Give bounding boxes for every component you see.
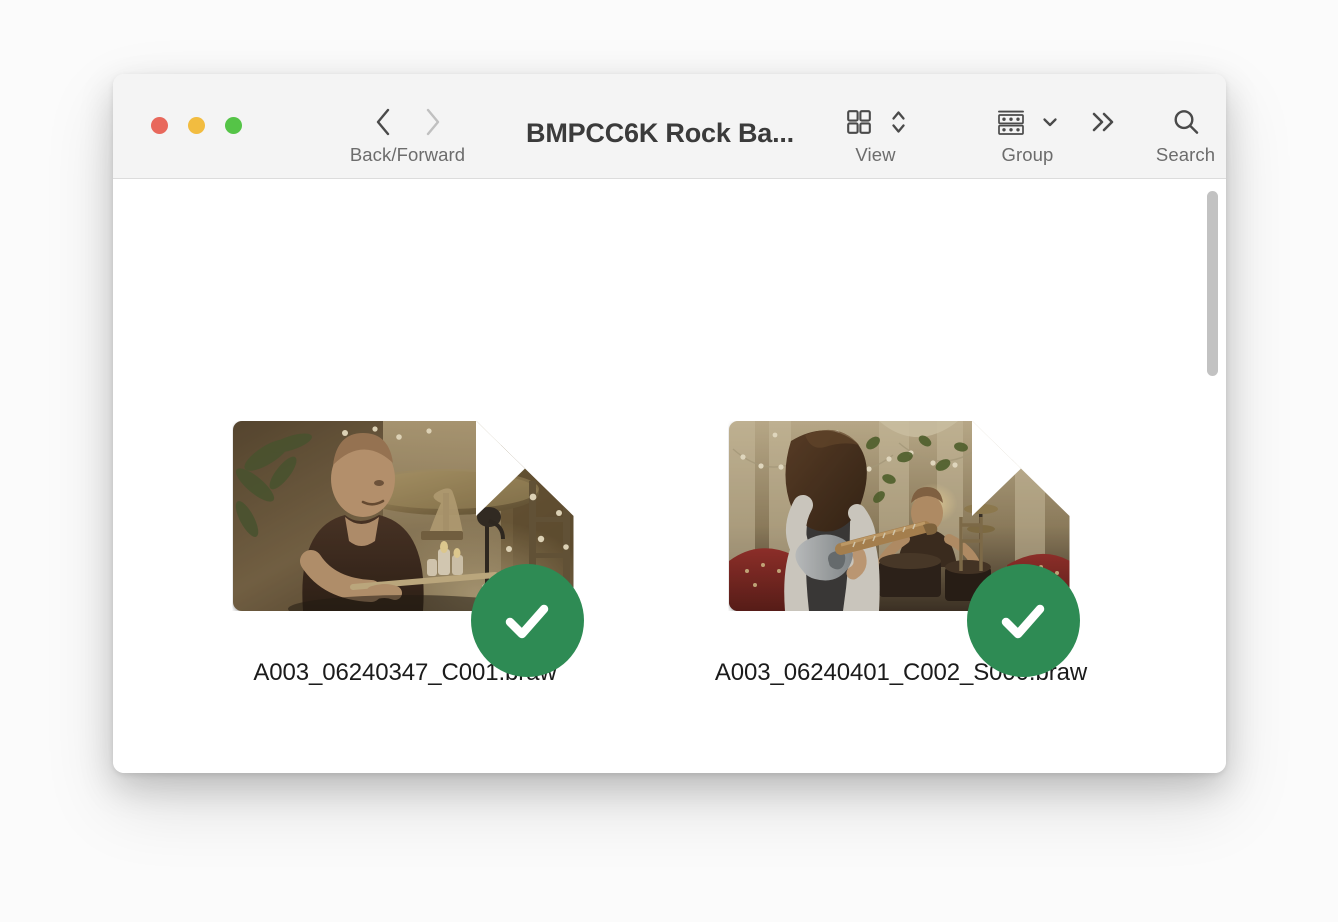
file-grid-area: A003_06240347_C001.braw A003_06240401_C0… [113,179,1226,773]
file-icon[interactable] [728,421,1080,677]
search-label: Search [1155,144,1216,165]
chevron-right-icon[interactable] [423,106,443,138]
minimize-button[interactable] [188,117,205,134]
group-list-icon[interactable] [996,108,1026,136]
traffic-lights [151,117,242,134]
grid-view-icon[interactable] [845,108,873,136]
file-icon[interactable] [232,421,584,677]
scrollbar-thumb[interactable] [1207,191,1218,376]
back-forward-label: Back/Forward [349,144,466,165]
checkmark-icon [1001,604,1045,638]
vertical-scrollbar[interactable] [1204,185,1220,768]
back-forward-group: Back/Forward [300,104,515,166]
chevron-down-icon[interactable] [1040,112,1060,132]
file-item[interactable]: A003_06240401_C002_S000.braw [711,421,1091,687]
chevron-left-icon[interactable] [373,106,393,138]
status-badge [470,564,584,677]
file-item[interactable]: A003_06240347_C001.braw [215,421,595,687]
chevron-up-down-icon[interactable] [890,107,907,137]
status-badge [966,564,1080,677]
close-button[interactable] [151,117,168,134]
finder-window: Back/Forward BMPCC6K Rock Ba... View Gro… [113,74,1226,773]
view-group: View [803,104,948,166]
view-label: View [855,144,896,165]
group-label: Group [1001,144,1054,165]
page-title: BMPCC6K Rock Ba... [526,118,794,148]
zoom-button[interactable] [225,117,242,134]
checkmark-icon [505,604,549,638]
search-group: Search [1113,104,1226,166]
window-toolbar: Back/Forward BMPCC6K Rock Ba... View Gro… [113,74,1226,179]
search-icon[interactable] [1171,107,1201,137]
